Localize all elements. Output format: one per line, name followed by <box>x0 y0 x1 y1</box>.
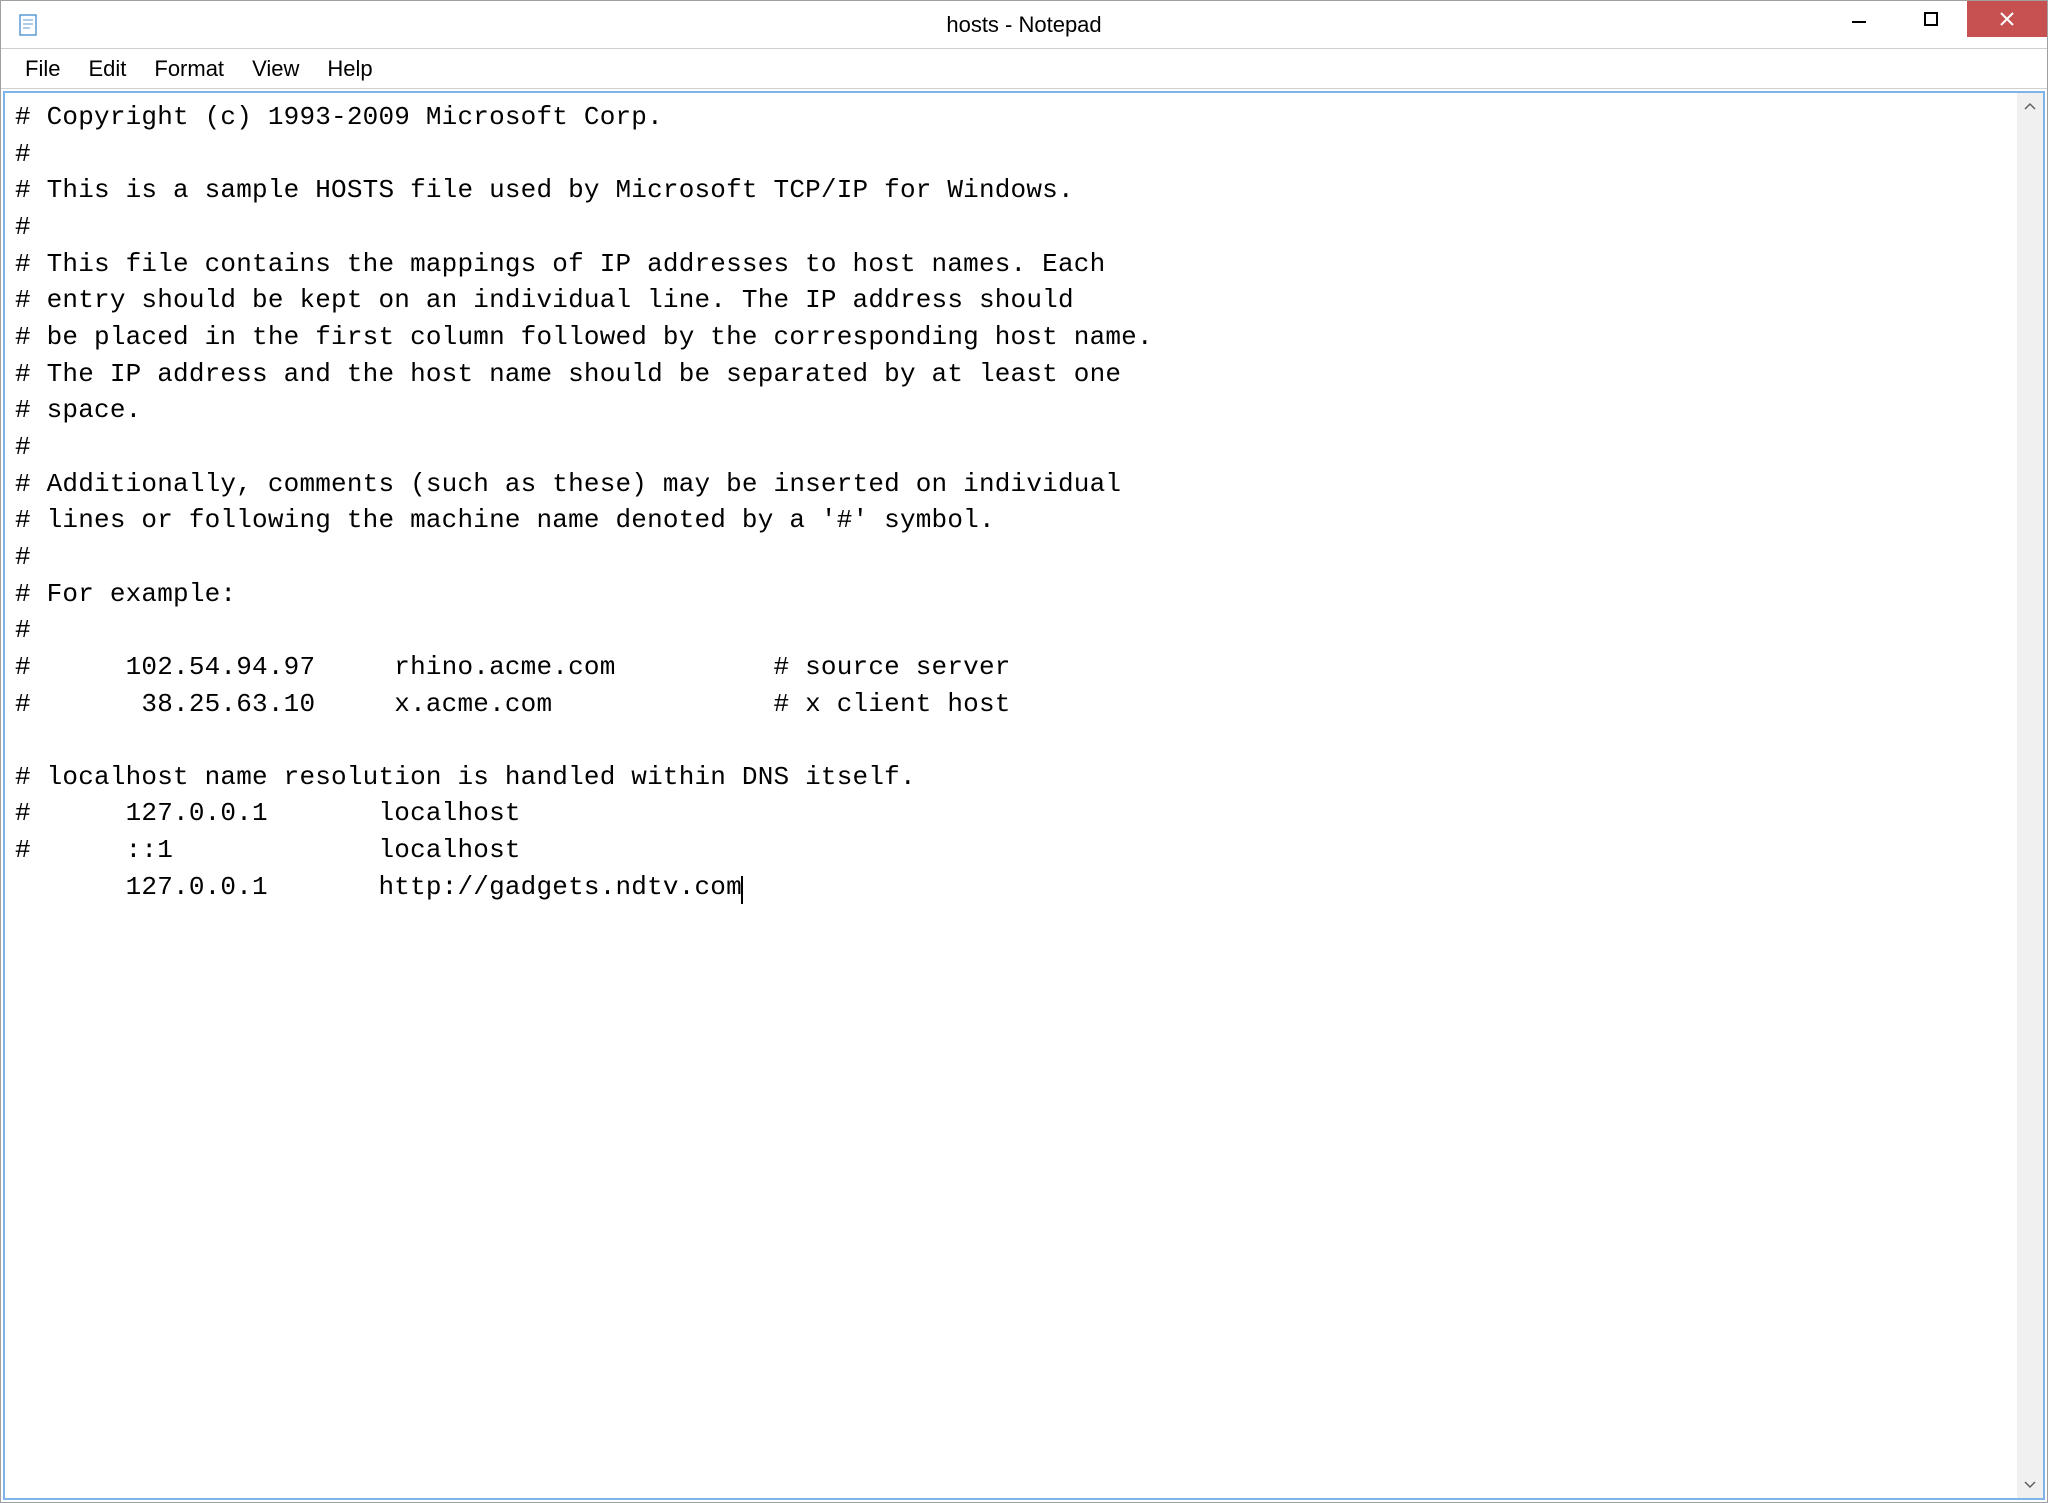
menu-help[interactable]: Help <box>313 50 386 88</box>
notepad-icon <box>15 12 41 38</box>
editor-text: # Copyright (c) 1993-2009 Microsoft Corp… <box>15 102 1153 902</box>
titlebar[interactable]: hosts - Notepad <box>1 1 2047 49</box>
notepad-window: hosts - Notepad File Edit Format View He… <box>0 0 2048 1503</box>
text-area[interactable]: # Copyright (c) 1993-2009 Microsoft Corp… <box>3 91 2045 1500</box>
scroll-up-arrow[interactable] <box>2017 93 2043 119</box>
text-caret <box>741 876 743 904</box>
window-controls <box>1823 1 2047 37</box>
close-button[interactable] <box>1967 1 2047 37</box>
maximize-button[interactable] <box>1895 1 1967 37</box>
scroll-down-arrow[interactable] <box>2017 1472 2043 1498</box>
menu-file[interactable]: File <box>11 50 74 88</box>
menubar: File Edit Format View Help <box>1 49 2047 89</box>
menu-edit[interactable]: Edit <box>74 50 140 88</box>
window-title: hosts - Notepad <box>946 12 1101 38</box>
menu-view[interactable]: View <box>238 50 313 88</box>
minimize-button[interactable] <box>1823 1 1895 37</box>
vertical-scrollbar[interactable] <box>2017 93 2043 1498</box>
editor-content[interactable]: # Copyright (c) 1993-2009 Microsoft Corp… <box>5 93 2043 911</box>
menu-format[interactable]: Format <box>140 50 238 88</box>
